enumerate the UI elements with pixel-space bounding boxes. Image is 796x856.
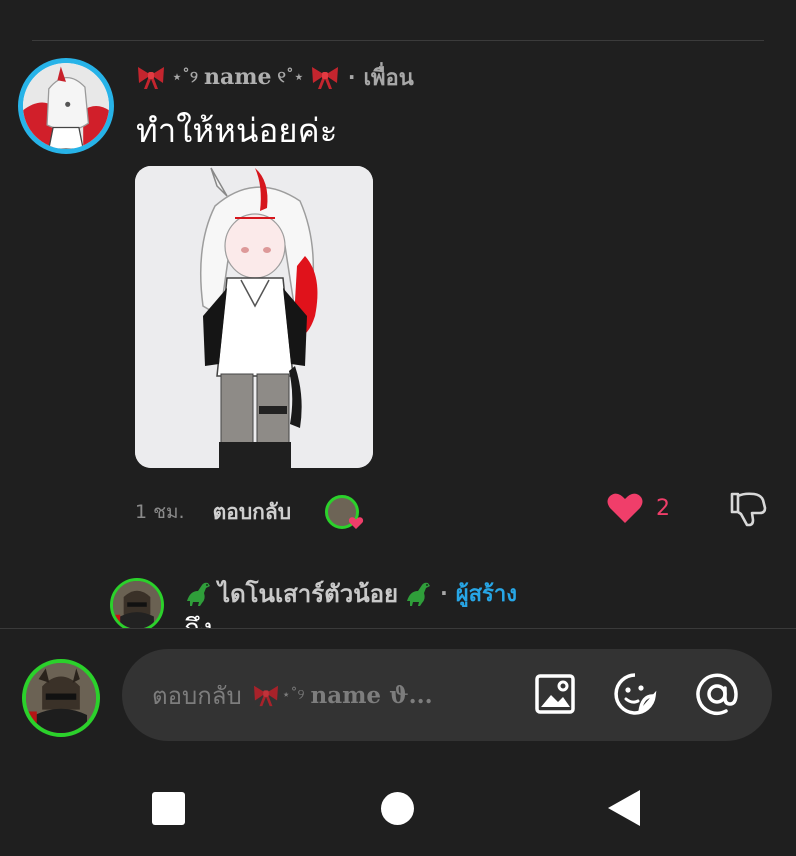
heart-icon[interactable]: [606, 491, 644, 525]
home-button[interactable]: [381, 792, 414, 825]
dislike-icon[interactable]: [728, 490, 768, 528]
bow-icon: [136, 64, 166, 90]
separator-dot: ·: [347, 65, 356, 89]
sticker-icon[interactable]: [612, 671, 658, 717]
commenter-avatar-image: [23, 63, 109, 149]
separator-dot: ·: [440, 581, 448, 605]
reply-username[interactable]: ไดโนเสาร์ตัวน้อย: [218, 574, 398, 613]
comment-attached-image[interactable]: [135, 166, 373, 468]
current-user-avatar[interactable]: [22, 659, 100, 737]
reply-input-bar: ตอบกลับ ⋆˚୨ name ϑ...: [0, 628, 796, 749]
reply-input-placeholder: ตอบกลับ ⋆˚୨ name ϑ...: [152, 649, 502, 741]
comment-time: 1 ชม.: [135, 501, 185, 523]
bow-icon: [252, 683, 280, 707]
placeholder-prefix: ตอบกลับ: [152, 681, 242, 710]
mention-icon[interactable]: [694, 671, 740, 717]
comment-meta-row: 1 ชม. ตอบกลับ: [135, 494, 364, 530]
reply-text: ถึง: [184, 614, 212, 628]
system-nav-bar: [0, 762, 796, 856]
comment-thread-screen: ⋆˚୨ name ୧˚⋆ · เพื่อน ทำให้หน่อยค่ะ 1 ชม…: [0, 0, 796, 856]
reply-header: ไดโนเสาร์ตัวน้อย · ผู้สร้าง: [184, 575, 517, 611]
liker-avatar[interactable]: [325, 495, 364, 529]
reply-avatar[interactable]: [110, 578, 164, 632]
recent-apps-button[interactable]: [152, 792, 185, 825]
commenter-avatar[interactable]: [18, 58, 114, 154]
creator-badge: ผู้สร้าง: [455, 581, 517, 607]
current-user-avatar-image: [26, 663, 96, 733]
dino-icon: [184, 579, 212, 607]
placeholder-name: name ϑ...: [310, 681, 433, 709]
comment-text: ทำให้หน่อยค่ะ: [136, 111, 338, 150]
image-icon[interactable]: [532, 671, 578, 717]
comment-header: ⋆˚୨ name ୧˚⋆ · เพื่อน: [136, 60, 414, 94]
heart-badge-icon: [348, 517, 364, 529]
reply-text-content: ถึง: [184, 614, 212, 628]
relation-label: เพื่อน: [363, 65, 414, 91]
reply-avatar-image: [113, 581, 161, 629]
comment-username[interactable]: name: [204, 64, 272, 90]
character-illustration: [135, 166, 373, 468]
username-decor-right: ୧˚⋆: [277, 67, 304, 86]
back-button[interactable]: [608, 790, 640, 826]
like-count: 2: [656, 495, 670, 521]
dino-icon: [404, 579, 432, 607]
placeholder-decor: ⋆˚୨: [281, 687, 305, 703]
reply-button[interactable]: ตอบกลับ: [213, 496, 292, 529]
bow-icon: [310, 64, 340, 90]
divider: [32, 40, 764, 41]
reply-input-field[interactable]: ตอบกลับ ⋆˚୨ name ϑ...: [122, 649, 772, 741]
username-decor-left: ⋆˚୨: [172, 67, 198, 86]
like-group: 2: [606, 490, 670, 526]
